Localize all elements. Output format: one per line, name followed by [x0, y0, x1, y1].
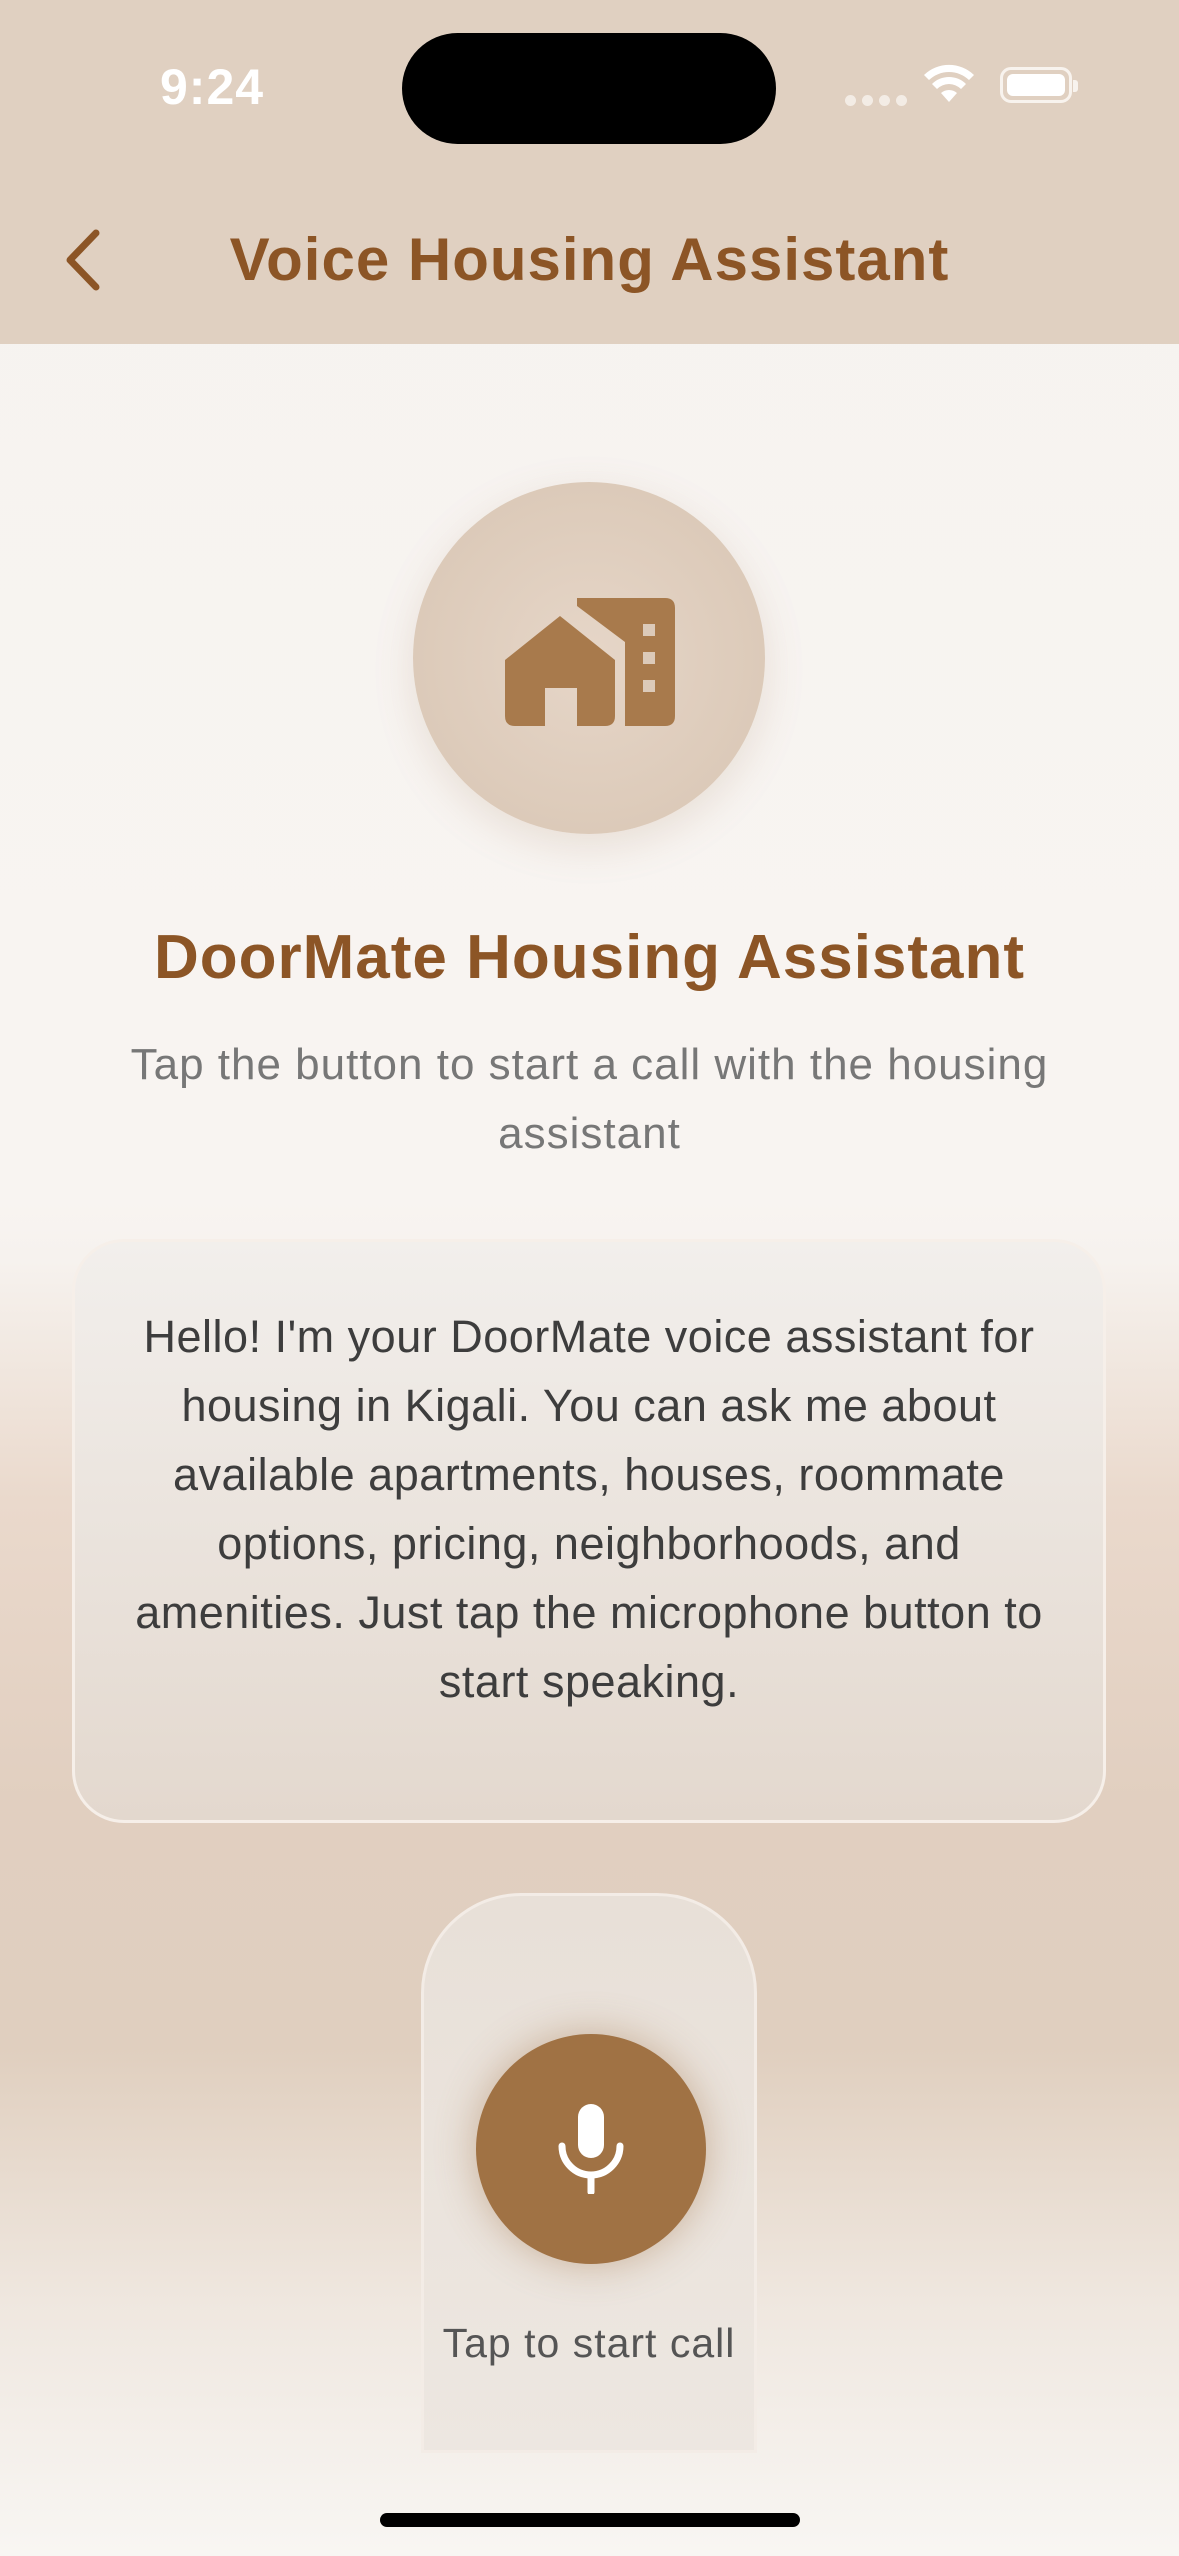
- start-call-label: Tap to start call: [442, 2320, 736, 2366]
- dynamic-island: [402, 33, 776, 144]
- assistant-subtitle: Tap the button to start a call with the …: [130, 1040, 1049, 1158]
- page-title: Voice Housing Assistant: [229, 226, 950, 293]
- start-call-button[interactable]: [476, 2034, 706, 2264]
- call-panel: Tap to start call: [421, 1893, 757, 2453]
- app-header: 9:24 Voice Housing Assistant: [0, 0, 1179, 344]
- battery-icon: [1000, 67, 1078, 103]
- home-indicator[interactable]: [380, 2513, 800, 2527]
- assistant-message-card: Hello! I'm your DoorMate voice assistant…: [72, 1239, 1106, 1823]
- microphone-icon: [558, 2104, 624, 2194]
- signal-dots-icon: [845, 95, 907, 106]
- assistant-message-text: Hello! I'm your DoorMate voice assistant…: [135, 1311, 1043, 1707]
- logo-circle: [413, 482, 765, 834]
- status-time: 9:24: [160, 59, 265, 115]
- assistant-title: DoorMate Housing Assistant: [153, 923, 1026, 992]
- house-building-icon: [505, 598, 675, 726]
- wifi-icon: [924, 64, 974, 102]
